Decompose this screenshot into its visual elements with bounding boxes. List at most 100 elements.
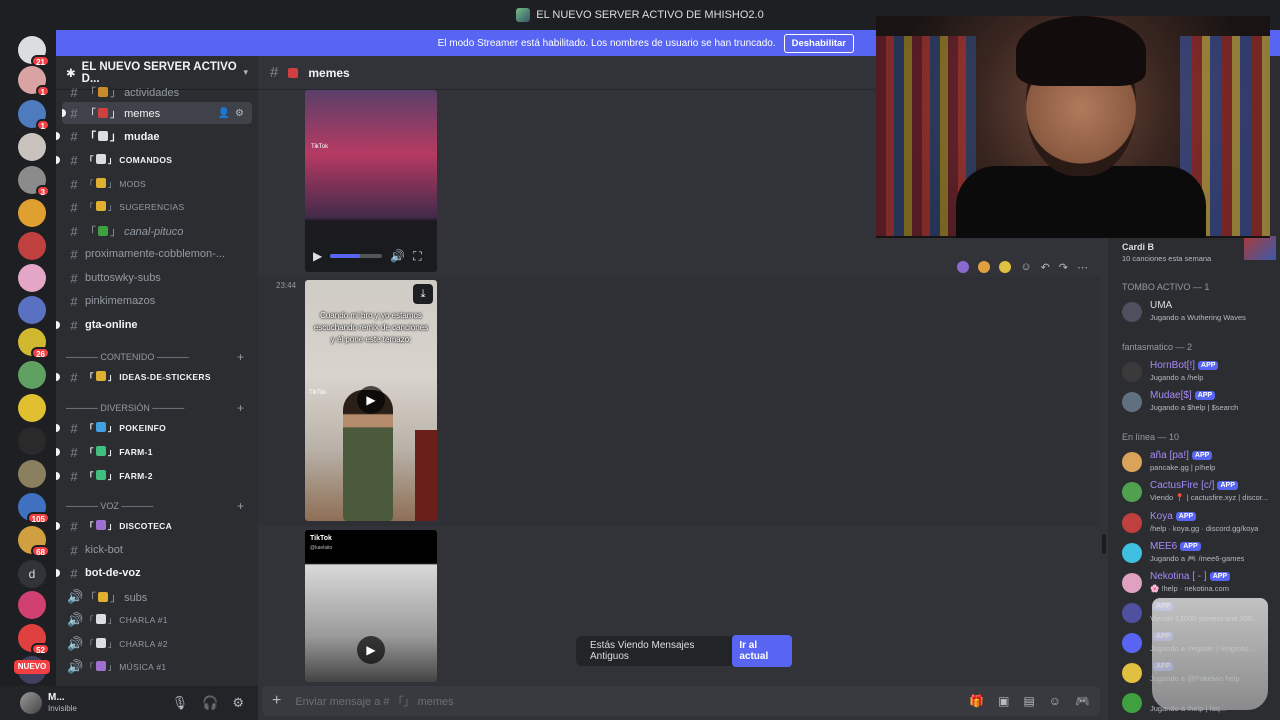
server-icon[interactable] — [18, 199, 46, 227]
add-channel-icon[interactable]: + — [237, 499, 244, 513]
settings-gear-icon[interactable]: ⚙ — [235, 108, 244, 119]
channel-item[interactable]: # 「」 FARM-2 — [56, 465, 258, 487]
speaker-icon: 🔊 — [67, 659, 84, 674]
message-input[interactable]: Enviar mensaje a # 「」 memes — [295, 693, 453, 709]
disable-streamer-button[interactable]: Deshabilitar — [783, 33, 854, 53]
chevron-down-icon: ▾ — [243, 67, 248, 77]
member-item[interactable]: MEE6 APP Jugando a 🎮 /mee6-games — [1122, 539, 1278, 567]
gif-icon[interactable]: ▣ — [998, 694, 1009, 708]
member-item[interactable]: Koya APP/help · koya.gg · discord.gg/koya — [1122, 509, 1278, 537]
channel-item[interactable]: # 「」 FARM-1 — [56, 441, 258, 463]
category-header[interactable]: ───── VOZ ───── + — [66, 497, 252, 515]
add-reaction-icon[interactable]: ☺ — [1020, 261, 1031, 274]
chat-scrollbar[interactable] — [1102, 534, 1106, 554]
channel-item[interactable]: # kick-bot — [56, 539, 258, 561]
server-icon[interactable]: 21 — [18, 36, 50, 67]
channel-label: 「」 MÚSICA #1 — [85, 661, 167, 672]
server-icon[interactable] — [18, 591, 46, 619]
member-item[interactable]: aña [pa!] APP pancake.gg | p!help — [1122, 448, 1278, 476]
volume-icon[interactable]: 🔊 — [390, 249, 405, 263]
video-attachment[interactable]: TikTok ▶ 🔊 ⛶ — [305, 90, 437, 272]
volume-slider[interactable] — [330, 254, 383, 258]
channel-item[interactable]: # 「」 memes 👤 ⚙ — [62, 102, 252, 124]
server-icon[interactable] — [18, 232, 46, 260]
channel-item[interactable]: # bot-de-voz — [56, 562, 258, 584]
channel-item[interactable]: # 「」 MODS — [56, 173, 258, 195]
member-item[interactable]: Nekotina [ - ] APP 🌸 !help · nekotina.com — [1122, 569, 1278, 597]
server-icon[interactable]: 105 — [18, 493, 50, 524]
server-icon[interactable]: 3 — [18, 166, 50, 197]
hash-icon: # — [70, 369, 78, 385]
emoji-icon[interactable]: ☺ — [1049, 694, 1061, 708]
forward-icon[interactable]: ↷ — [1059, 261, 1068, 274]
server-icon[interactable] — [18, 427, 46, 455]
channel-item[interactable]: # proximamente-cobblemon-... — [56, 243, 258, 265]
server-icon[interactable] — [18, 460, 46, 488]
channel-item[interactable]: # buttoswky-subs — [56, 267, 258, 289]
channel-item[interactable]: # 「」 canal-pituco — [56, 220, 258, 242]
jump-to-present-button[interactable]: Ir al actual — [732, 635, 792, 667]
channel-item[interactable]: # 「」 SUGERENCIAS — [56, 196, 258, 218]
channel-item[interactable]: # 「」 COMANDOS — [56, 149, 258, 171]
message-composer[interactable]: + Enviar mensaje a # 「」 memes 🎁 ▣ ▤ ☺ 🎮 — [262, 686, 1100, 716]
server-icon[interactable] — [18, 296, 46, 324]
user-info[interactable]: M... Invisible — [48, 692, 77, 714]
server-icon[interactable]: d — [18, 560, 46, 588]
channel-item[interactable]: # 「」 POKEINFO — [56, 417, 258, 439]
server-icon[interactable] — [18, 133, 46, 161]
add-channel-icon[interactable]: + — [237, 350, 244, 364]
play-button-icon[interactable]: ▶ — [357, 636, 385, 664]
video-attachment[interactable]: Cuando mi bro y yo estamos escuchando re… — [305, 280, 437, 521]
channel-item[interactable]: # 「」 DISCOTECA — [56, 515, 258, 537]
member-item[interactable]: Mudae[$] APP Jugando a $help | $search — [1122, 388, 1278, 416]
play-icon[interactable]: ▶ — [313, 249, 322, 263]
server-avatar — [18, 361, 46, 389]
reply-icon[interactable]: ↶ — [1041, 261, 1050, 274]
reaction-emoji-icon[interactable] — [957, 261, 970, 273]
server-icon[interactable] — [18, 264, 46, 292]
headphones-icon[interactable]: 🎧 — [202, 695, 218, 711]
sticker-icon[interactable]: ▤ — [1023, 694, 1034, 708]
fullscreen-icon[interactable]: ⛶ — [413, 249, 421, 264]
channel-name: DISCOTECA — [119, 521, 173, 531]
channel-item[interactable]: # 「」 IDEAS-DE-STICKERS — [56, 366, 258, 388]
reaction-emoji-icon[interactable] — [978, 261, 991, 273]
channel-item[interactable]: 🔊 「」 CHARLA #2 — [56, 633, 258, 655]
channel-item[interactable]: # pinkimemazos — [56, 290, 258, 312]
channel-item[interactable]: # gta-online — [56, 314, 258, 336]
server-icon[interactable] — [18, 394, 46, 422]
member-item[interactable]: UMA Jugando a Wuthering Waves — [1122, 298, 1278, 326]
channel-item[interactable]: # 「」 mudae — [56, 125, 258, 147]
add-channel-icon[interactable]: + — [237, 401, 244, 415]
avatar[interactable] — [20, 692, 42, 714]
server-icon[interactable]: 26 — [18, 328, 50, 359]
server-icon[interactable]: 52 — [18, 624, 50, 655]
category-header[interactable]: ───── CONTENIDO ───── + — [66, 348, 252, 366]
download-icon[interactable]: ⤓ — [413, 284, 433, 304]
video-attachment[interactable]: TikTok @kaelaito ▶ — [305, 530, 437, 682]
channel-item[interactable]: 🔊 「」 MÚSICA #1 — [56, 656, 258, 678]
apps-icon[interactable]: 🎮 — [1075, 694, 1090, 708]
category-header[interactable]: ───── DIVERSIÓN ───── + — [66, 399, 252, 417]
settings-gear-icon[interactable]: ⚙ — [232, 695, 244, 711]
server-avatar — [18, 296, 46, 324]
channel-item[interactable]: # 「」 actividades — [56, 81, 258, 103]
channel-item[interactable]: 🔊 「」 subs — [56, 586, 258, 608]
server-icon[interactable]: 68 — [18, 526, 50, 557]
app-badge: APP — [1194, 391, 1216, 400]
microphone-icon[interactable]: 🎙 — [172, 695, 189, 711]
server-icon[interactable] — [18, 361, 46, 389]
gift-icon[interactable]: 🎁 — [969, 694, 984, 708]
server-icon[interactable]: 1 — [18, 66, 50, 97]
reaction-emoji-icon[interactable] — [999, 261, 1012, 273]
avatar — [1122, 663, 1142, 683]
member-item[interactable]: HornBot[!] APP Jugando a /help — [1122, 358, 1278, 386]
invite-icon[interactable]: 👤 — [218, 108, 230, 119]
add-attachment-icon[interactable]: + — [272, 692, 281, 710]
server-icon[interactable]: 1 — [18, 100, 50, 131]
channel-item[interactable]: 🔊 「」 CHARLA #1 — [56, 609, 258, 631]
play-button-icon[interactable]: ▶ — [357, 386, 385, 414]
member-item[interactable]: CactusFire [c/] APP Viendo 📍 | cactusfire.… — [1122, 478, 1278, 506]
more-options-icon[interactable]: ⋯ — [1077, 261, 1088, 274]
server-avatar — [18, 199, 46, 227]
